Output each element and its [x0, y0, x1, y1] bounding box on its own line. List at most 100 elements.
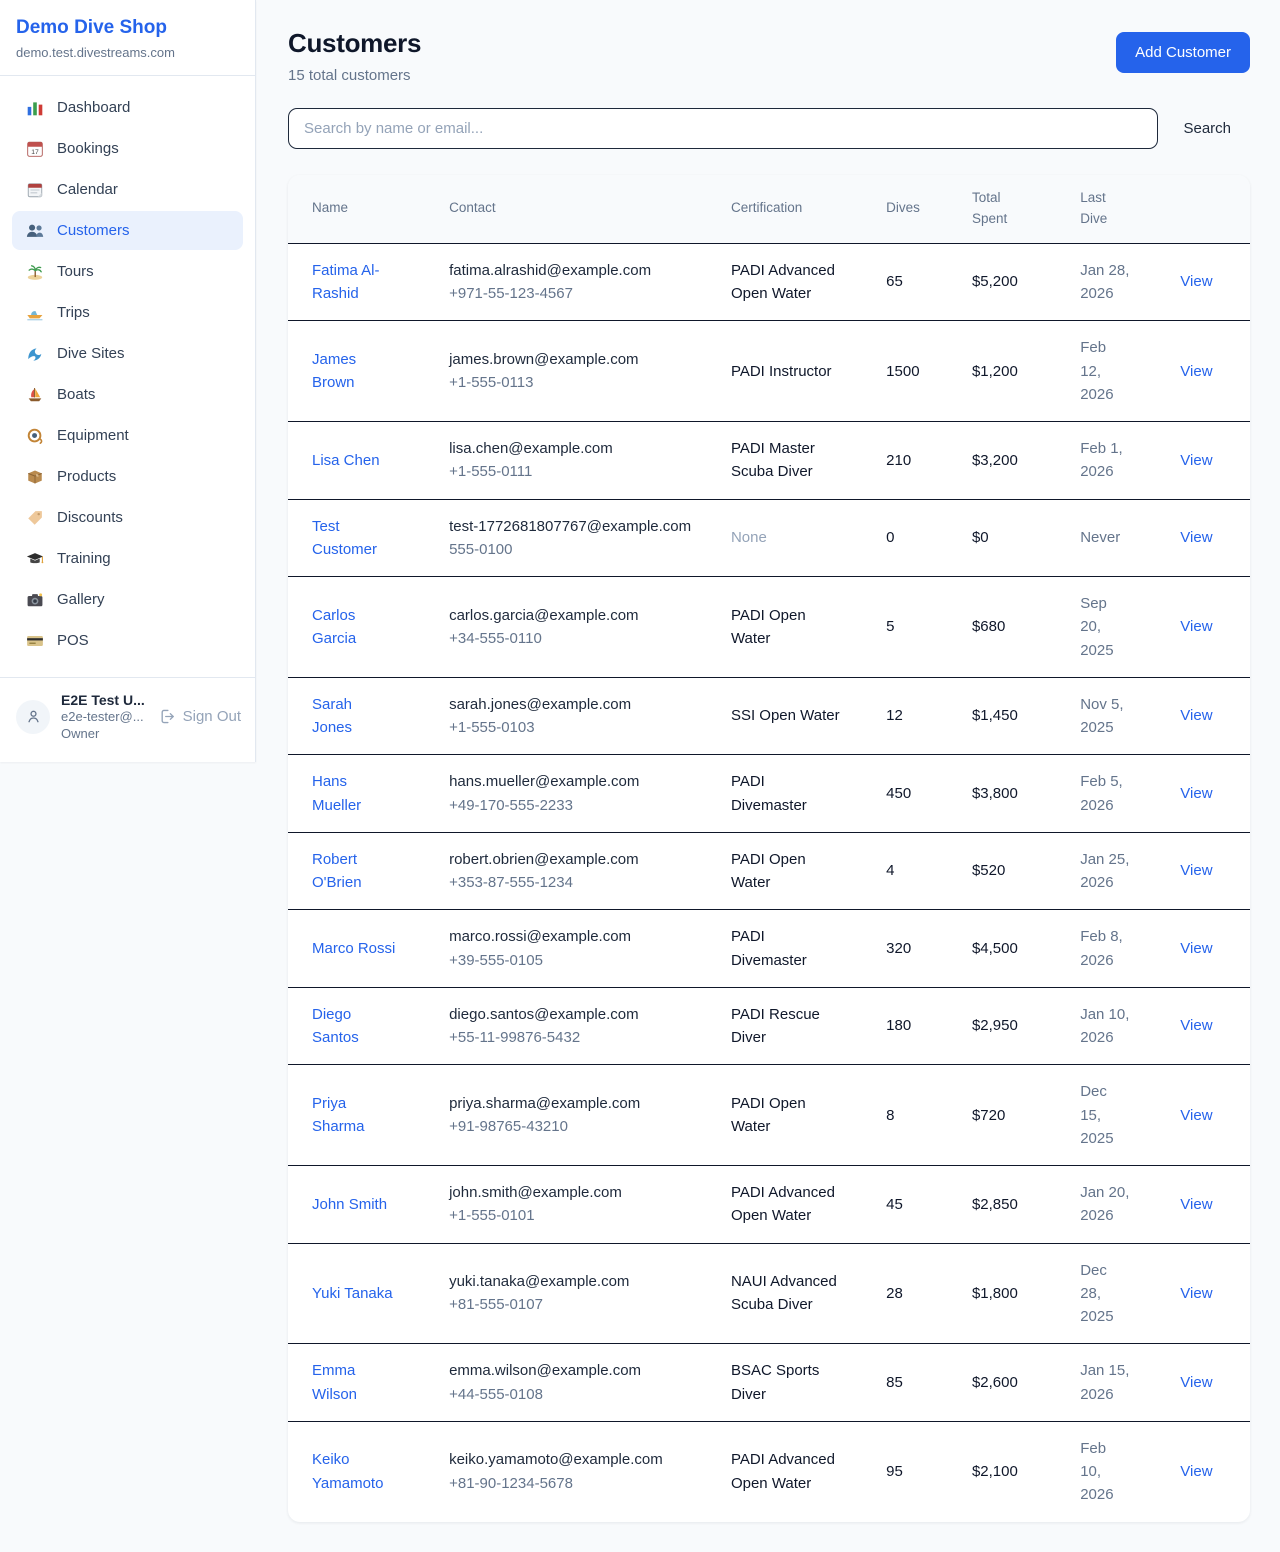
page-header: Customers 15 total customers Add Custome… — [288, 28, 1250, 84]
customer-total-spent: $5,200 — [960, 243, 1068, 321]
customer-name-link[interactable]: Hans Mueller — [312, 770, 396, 817]
sailboat-icon — [25, 385, 44, 404]
customer-name-link[interactable]: Fatima Al-Rashid — [312, 259, 396, 306]
customer-name-link[interactable]: Emma Wilson — [312, 1359, 396, 1406]
customer-name-link[interactable]: Yuki Tanaka — [312, 1282, 393, 1305]
customer-certification: PADI Open Water — [719, 577, 874, 678]
customer-dives: 28 — [874, 1243, 960, 1344]
table-row: Sarah Jones sarah.jones@example.com +1-5… — [288, 677, 1250, 755]
sidebar-item-tours[interactable]: Tours — [12, 252, 243, 291]
bookings-calendar-icon: 17 — [25, 139, 44, 158]
customer-phone: +49-170-555-2233 — [449, 794, 707, 817]
brand-name: Demo Dive Shop — [16, 17, 239, 39]
search-button[interactable]: Search — [1164, 110, 1250, 147]
customer-name-link[interactable]: Diego Santos — [312, 1003, 396, 1050]
sidebar-item-label: Customers — [57, 222, 130, 239]
view-link[interactable]: View — [1180, 1107, 1212, 1124]
view-link[interactable]: View — [1180, 1463, 1212, 1480]
sidebar-item-calendar[interactable]: Calendar — [12, 170, 243, 209]
customer-certification: PADI Divemaster — [719, 910, 874, 988]
customer-phone: +353-87-555-1234 — [449, 871, 707, 894]
customer-certification: PADI Advanced Open Water — [719, 1421, 874, 1521]
customer-name-link[interactable]: Test Customer — [312, 515, 396, 562]
view-link[interactable]: View — [1180, 862, 1212, 879]
view-link[interactable]: View — [1180, 363, 1212, 380]
dive-mask-icon — [25, 426, 44, 445]
search-input[interactable] — [288, 108, 1158, 149]
customer-name-link[interactable]: Keiko Yamamoto — [312, 1448, 396, 1495]
main-content: Customers 15 total customers Add Custome… — [256, 0, 1280, 1552]
view-link[interactable]: View — [1180, 1017, 1212, 1034]
view-link[interactable]: View — [1180, 618, 1212, 635]
tag-icon — [25, 508, 44, 527]
add-customer-button[interactable]: Add Customer — [1116, 32, 1250, 73]
column-header-name: Name — [288, 175, 437, 243]
customer-dives: 95 — [874, 1421, 960, 1521]
customer-name-link[interactable]: Priya Sharma — [312, 1092, 396, 1139]
table-row: James Brown james.brown@example.com +1-5… — [288, 321, 1250, 422]
sidebar-item-trips[interactable]: Trips — [12, 293, 243, 332]
customer-certification: PADI Divemaster — [719, 755, 874, 833]
brand: Demo Dive Shop demo.test.divestreams.com — [0, 0, 255, 76]
sidebar-item-bookings[interactable]: 17 Bookings — [12, 129, 243, 168]
sidebar-item-dashboard[interactable]: Dashboard — [12, 88, 243, 127]
calendar-icon — [25, 180, 44, 199]
customer-last-dive: Feb 8, 2026 — [1068, 910, 1168, 988]
sidebar-item-pos[interactable]: POS — [12, 621, 243, 660]
customer-name-link[interactable]: Carlos Garcia — [312, 604, 396, 651]
customer-certification: NAUI Advanced Scuba Diver — [719, 1243, 874, 1344]
sidebar-item-label: Gallery — [57, 591, 105, 608]
column-header-actions — [1168, 175, 1250, 243]
customer-total-spent: $1,800 — [960, 1243, 1068, 1344]
user-email: e2e-tester@... — [61, 709, 148, 726]
view-link[interactable]: View — [1180, 529, 1212, 546]
customer-name-link[interactable]: Robert O'Brien — [312, 848, 396, 895]
customer-name-link[interactable]: John Smith — [312, 1193, 387, 1216]
sidebar-item-gallery[interactable]: Gallery — [12, 580, 243, 619]
customer-name-link[interactable]: Lisa Chen — [312, 449, 380, 472]
sidebar-item-dive-sites[interactable]: Dive Sites — [12, 334, 243, 373]
customer-phone: +81-90-1234-5678 — [449, 1472, 707, 1495]
sidebar-item-equipment[interactable]: Equipment — [12, 416, 243, 455]
sidebar-item-discounts[interactable]: Discounts — [12, 498, 243, 537]
sidebar-item-customers[interactable]: Customers — [12, 211, 243, 250]
page-subtitle: 15 total customers — [288, 67, 421, 84]
sidebar-item-boats[interactable]: Boats — [12, 375, 243, 414]
customer-last-dive: Jan 28, 2026 — [1068, 243, 1168, 321]
sign-out-button[interactable]: Sign Out — [159, 708, 241, 725]
view-link[interactable]: View — [1180, 1285, 1212, 1302]
customer-last-dive: Dec 15, 2025 — [1068, 1065, 1168, 1166]
customer-certification: PADI Open Water — [719, 1065, 874, 1166]
view-link[interactable]: View — [1180, 273, 1212, 290]
sidebar-item-label: Equipment — [57, 427, 129, 444]
table-row: Hans Mueller hans.mueller@example.com +4… — [288, 755, 1250, 833]
customer-total-spent: $1,200 — [960, 321, 1068, 422]
table-row: Marco Rossi marco.rossi@example.com +39-… — [288, 910, 1250, 988]
sidebar-item-training[interactable]: Training — [12, 539, 243, 578]
view-link[interactable]: View — [1180, 785, 1212, 802]
customer-certification: PADI Open Water — [719, 832, 874, 910]
customer-name-link[interactable]: James Brown — [312, 348, 396, 395]
customer-last-dive: Nov 5, 2025 — [1068, 677, 1168, 755]
customer-last-dive: Feb 1, 2026 — [1068, 422, 1168, 500]
view-link[interactable]: View — [1180, 1196, 1212, 1213]
view-link[interactable]: View — [1180, 452, 1212, 469]
column-header-dives: Dives — [874, 175, 960, 243]
customer-dives: 85 — [874, 1344, 960, 1422]
sidebar-item-label: Discounts — [57, 509, 123, 526]
customer-total-spent: $2,850 — [960, 1166, 1068, 1244]
view-link[interactable]: View — [1180, 940, 1212, 957]
customer-email: lisa.chen@example.com — [449, 437, 707, 460]
customer-name-link[interactable]: Sarah Jones — [312, 693, 396, 740]
customer-phone: +55-11-99876-5432 — [449, 1026, 707, 1049]
customer-name-link[interactable]: Marco Rossi — [312, 937, 395, 960]
view-link[interactable]: View — [1180, 707, 1212, 724]
customer-email: james.brown@example.com — [449, 348, 707, 371]
sidebar-item-products[interactable]: Products — [12, 457, 243, 496]
island-icon — [25, 262, 44, 281]
customer-dives: 450 — [874, 755, 960, 833]
customer-total-spent: $720 — [960, 1065, 1068, 1166]
customer-total-spent: $0 — [960, 499, 1068, 577]
view-link[interactable]: View — [1180, 1374, 1212, 1391]
sign-out-icon — [159, 708, 176, 725]
